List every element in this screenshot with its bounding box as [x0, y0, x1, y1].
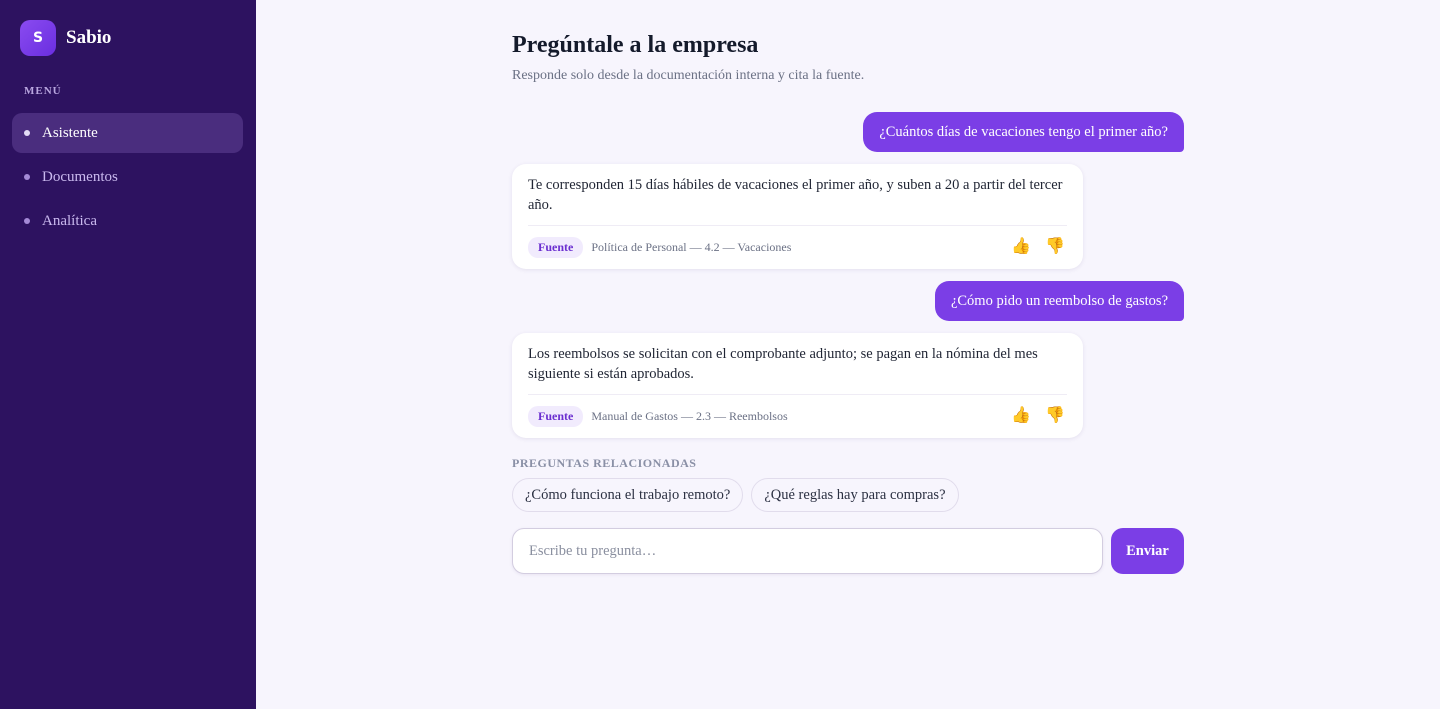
source-badge: Fuente	[528, 406, 584, 427]
bullet-icon	[24, 174, 30, 180]
sidebar-item-label: Asistente	[42, 124, 98, 141]
question-input[interactable]	[513, 529, 1102, 573]
assistant-message-text: Los reembolsos se solicitan con el compr…	[528, 346, 1038, 382]
source-citation[interactable]: Política de Personal — 4.2 — Vacaciones	[591, 240, 791, 255]
feedback-buttons: 👍 👎	[1011, 405, 1065, 424]
sidebar-item-label: Analítica	[42, 212, 97, 229]
related-questions: ¿Cómo funciona el trabajo remoto? ¿Qué r…	[512, 478, 959, 512]
message-footer: Fuente Política de Personal — 4.2 — Vaca…	[528, 225, 1067, 269]
source-badge: Fuente	[528, 237, 584, 258]
assistant-message: Te corresponden 15 días hábiles de vacac…	[512, 164, 1083, 269]
thumbs-up-icon[interactable]: 👍	[1011, 236, 1031, 255]
sidebar-item-analitica[interactable]: Analítica	[12, 201, 243, 241]
user-message: ¿Cómo pido un reembolso de gastos?	[934, 281, 1184, 321]
sidebar-item-label: Documentos	[42, 168, 118, 185]
send-button[interactable]: Enviar	[1111, 528, 1184, 574]
sidebar-item-documentos[interactable]: Documentos	[12, 157, 243, 197]
brand[interactable]: S Sabio	[20, 20, 111, 56]
source-citation[interactable]: Manual de Gastos — 2.3 — Reembolsos	[591, 409, 787, 424]
menu-label: MENÚ	[24, 85, 62, 97]
related-question-chip[interactable]: ¿Cómo funciona el trabajo remoto?	[512, 478, 744, 512]
brand-logo: S	[20, 20, 56, 56]
feedback-buttons: 👍 👎	[1011, 236, 1065, 255]
page-subtitle: Responde solo desde la documentación int…	[512, 68, 865, 83]
sidebar: S Sabio MENÚ Asistente Documentos Analít…	[0, 0, 256, 709]
user-message: ¿Cuántos días de vacaciones tengo el pri…	[863, 112, 1184, 152]
related-question-chip[interactable]: ¿Qué reglas hay para compras?	[751, 478, 959, 512]
page-title: Pregúntale a la empresa	[512, 32, 759, 58]
bullet-icon	[24, 218, 30, 224]
question-input-wrapper	[512, 528, 1103, 574]
sidebar-nav: Asistente Documentos Analítica	[12, 113, 243, 245]
assistant-message-text: Te corresponden 15 días hábiles de vacac…	[528, 177, 1063, 213]
bullet-icon	[24, 130, 30, 136]
brand-name: Sabio	[66, 27, 112, 48]
message-footer: Fuente Manual de Gastos — 2.3 — Reembols…	[528, 394, 1067, 438]
thumbs-down-icon[interactable]: 👎	[1045, 236, 1065, 255]
thumbs-down-icon[interactable]: 👎	[1045, 405, 1065, 424]
sidebar-item-asistente[interactable]: Asistente	[12, 113, 243, 153]
assistant-message: Los reembolsos se solicitan con el compr…	[512, 333, 1083, 438]
related-questions-label: PREGUNTAS RELACIONADAS	[512, 456, 697, 470]
thumbs-up-icon[interactable]: 👍	[1011, 405, 1031, 424]
